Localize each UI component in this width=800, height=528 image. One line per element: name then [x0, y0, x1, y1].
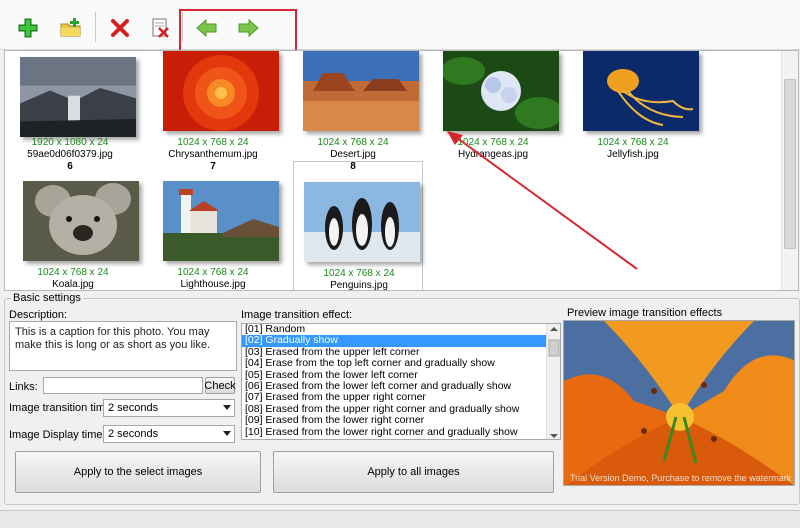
gallery-item[interactable]: 1920 x 1080 x 24 59ae0d06f0379.jpg 6 — [5, 51, 136, 182]
delete-all-button[interactable] — [144, 12, 176, 44]
display-time-value: 2 seconds — [108, 428, 159, 440]
image-number: 7 — [210, 161, 216, 172]
description-label: Description: — [9, 309, 68, 321]
description-textarea[interactable]: This is a caption for this photo. You ma… — [9, 321, 237, 371]
gallery-item[interactable]: 1024 x 768 x 24 Chrysanthemum.jpg 7 — [148, 51, 279, 182]
check-button[interactable]: Check — [204, 377, 236, 394]
toolbar — [0, 0, 800, 50]
thumbnail-image — [163, 181, 279, 261]
thumbnail-image — [20, 57, 136, 137]
image-dimensions: 1920 x 1080 x 24 — [31, 137, 109, 148]
preview-label: Preview image transition effects — [567, 307, 723, 319]
gallery-item-selected[interactable]: 1024 x 768 x 24 Penguins.jpg — [293, 161, 423, 291]
image-dimensions: 1024 x 768 x 24 — [177, 137, 249, 148]
image-dimensions: 1024 x 768 x 24 — [323, 268, 395, 279]
preview-panel: Trial Version Demo, Purchase to remove t… — [563, 320, 795, 486]
transition-time-value: 2 seconds — [108, 402, 159, 414]
links-input[interactable] — [43, 377, 203, 394]
image-filename: 59ae0d06f0379.jpg — [27, 149, 113, 160]
settings-legend: Basic settings — [11, 292, 83, 304]
display-time-label: Image Display time: — [9, 429, 106, 441]
delete-icon — [111, 19, 129, 37]
image-dimensions: 1024 x 768 x 24 — [37, 267, 109, 278]
image-filename: Desert.jpg — [330, 149, 376, 160]
highlight-box — [179, 9, 297, 54]
basic-settings-panel: Basic settings Description: This is a ca… — [4, 292, 800, 505]
effect-list-item[interactable]: [04] Erase from the top left corner and … — [242, 357, 560, 369]
effect-items: [01] Random [02] Gradually show [03] Erase… — [242, 324, 560, 438]
add-icon — [18, 18, 38, 38]
add-folder-icon — [60, 18, 81, 37]
add-folder-button[interactable] — [55, 12, 87, 44]
image-dimensions: 1024 x 768 x 24 — [177, 267, 249, 278]
add-image-button[interactable] — [12, 12, 44, 44]
status-bar — [0, 510, 800, 528]
thumbnail-image — [23, 181, 139, 261]
thumbnail-image — [443, 51, 559, 131]
thumbnail-image — [304, 182, 420, 262]
image-filename: Chrysanthemum.jpg — [168, 149, 258, 160]
preview-watermark: Trial Version Demo, Purchase to remove t… — [570, 473, 792, 483]
gallery-item[interactable]: 1024 x 768 x 24 Koala.jpg — [8, 181, 139, 290]
thumbnail-image — [303, 51, 419, 131]
image-filename: Lighthouse.jpg — [180, 279, 246, 290]
effect-list-item[interactable]: [09] Erased from the lower right corner — [242, 414, 560, 426]
transition-time-label: Image transition time: — [9, 402, 115, 414]
display-time-select[interactable]: 2 seconds — [103, 425, 235, 443]
image-filename: Koala.jpg — [52, 279, 94, 290]
scrollbar-arrows-icon — [548, 327, 560, 438]
transition-time-select[interactable]: 2 seconds — [103, 399, 235, 417]
gallery-item[interactable]: 1024 x 768 x 24 Lighthouse.jpg — [148, 181, 279, 290]
gallery-scrollbar[interactable] — [781, 51, 798, 290]
links-label: Links: — [9, 381, 38, 393]
apply-all-button[interactable]: Apply to all images — [273, 451, 554, 493]
scrollbar-thumb[interactable] — [784, 79, 796, 249]
chevron-down-icon — [223, 431, 231, 436]
preview-image — [564, 321, 794, 485]
chevron-down-icon — [223, 405, 231, 410]
image-dimensions: 1024 x 768 x 24 — [317, 137, 389, 148]
apply-selected-button[interactable]: Apply to the select images — [15, 451, 261, 493]
transition-effect-list[interactable]: [01] Random [02] Gradually show [03] Erase… — [241, 323, 561, 440]
delete-all-icon — [152, 18, 169, 38]
image-gallery[interactable]: 1920 x 1080 x 24 59ae0d06f0379.jpg 6 102… — [4, 50, 799, 291]
annotation-arrow — [447, 131, 638, 270]
effect-list-scrollbar[interactable] — [546, 324, 560, 439]
thumbnail-image — [163, 51, 279, 131]
thumbnail-image — [583, 51, 699, 131]
image-number: 6 — [67, 161, 73, 172]
effect-list-item[interactable]: [10] Erased from the lower right corner … — [242, 426, 560, 438]
delete-button[interactable] — [104, 12, 136, 44]
transition-effect-label: Image transition effect: — [241, 309, 353, 321]
image-filename: Penguins.jpg — [330, 280, 388, 291]
